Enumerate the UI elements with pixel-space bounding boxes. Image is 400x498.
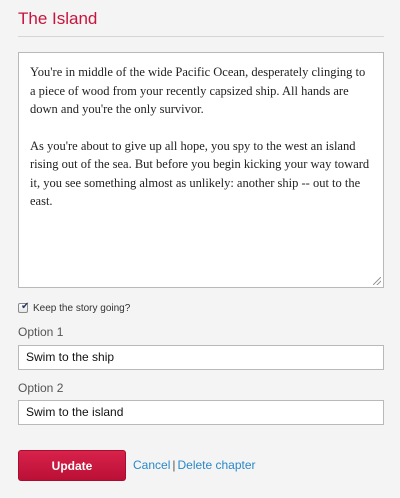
update-button[interactable]: Update [18, 450, 126, 481]
story-textarea[interactable]: You're in middle of the wide Pacific Oce… [18, 52, 384, 288]
keep-story-going-label[interactable]: Keep the story going? [33, 303, 130, 314]
cancel-link[interactable]: Cancel [133, 458, 170, 472]
option-2-label: Option 2 [18, 381, 64, 395]
story-paragraph-1: You're in middle of the wide Pacific Oce… [30, 65, 366, 116]
title-divider [18, 36, 384, 37]
resize-handle[interactable] [373, 277, 381, 285]
delete-chapter-link[interactable]: Delete chapter [177, 458, 255, 472]
keep-story-going-checkbox[interactable]: ✔ [18, 301, 30, 313]
option-1-input[interactable]: Swim to the ship [18, 345, 384, 370]
keep-story-going-row: ✔ Keep the story going? [18, 300, 130, 316]
story-paragraph-2: As you're about to give up all hope, you… [30, 138, 370, 209]
checkmark-icon: ✔ [21, 301, 30, 312]
option-2-input[interactable]: Swim to the island [18, 400, 384, 425]
page-title: The Island [18, 9, 98, 28]
action-links: Cancel | Delete chapter [133, 458, 256, 472]
option-1-label: Option 1 [18, 325, 64, 339]
